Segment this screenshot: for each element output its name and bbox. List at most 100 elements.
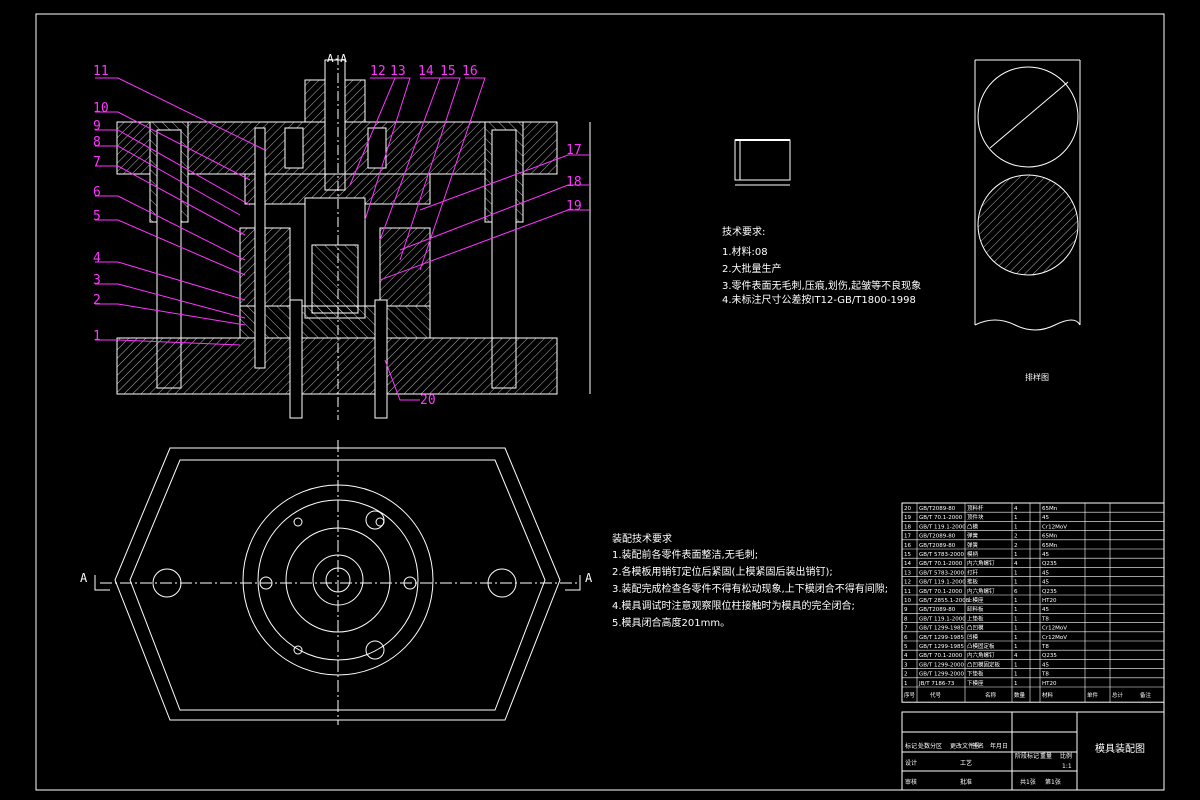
tb-label: 设计 (905, 759, 917, 767)
tb-label: 批准 (960, 778, 972, 786)
bom-cell: GB/T 119.1-2000 (919, 524, 966, 530)
tb-label: 工艺 (960, 759, 972, 767)
tb-label: 分区 (930, 742, 942, 750)
bom-cell: 内六角螺钉 (967, 559, 995, 567)
bom-cell: 1 (1014, 681, 1018, 687)
bom-cell: GB/T 70.1-2000 (919, 561, 963, 567)
tb-label: 重量 (1040, 752, 1052, 760)
bom-cell: 45 (1042, 607, 1049, 613)
bom-header-cell: 名称 (985, 691, 997, 699)
part-number: 8 (93, 135, 101, 150)
bom-cell: GB/T2089-80 (919, 534, 956, 540)
tb-label: 处数 (918, 742, 930, 750)
bom-cell: 45 (1042, 580, 1049, 586)
bom-cell: 打杆 (967, 568, 979, 576)
bom-cell: 6 (904, 635, 908, 641)
bom-cell: 1 (1014, 626, 1018, 632)
bom-cell: 顶料杆 (967, 504, 984, 512)
bom-cell: 65Mn (1042, 534, 1058, 540)
tb-label: 签名 (972, 742, 984, 750)
bom-cell: GB/T 119.1-2000 (919, 616, 966, 622)
bom-cell: 1 (1014, 672, 1018, 678)
tb-label: 共1张 (1020, 778, 1036, 786)
tb-label: 第1张 (1045, 778, 1061, 786)
blank-notes-title: 技术要求: (722, 225, 765, 238)
bom-cell: GB/T 70.1-2000 (919, 515, 963, 521)
bom-cell: 9 (904, 607, 908, 613)
blank-note: 2.大批量生产 (722, 262, 782, 275)
bom-cell: 2 (904, 672, 908, 678)
bom-cell: 11 (904, 589, 911, 595)
bill-of-materials: 20 GB/T2089-80 顶料杆 4 65Mn19 GB/T 70.1-2000 顶件块… (901, 502, 1165, 703)
bom-cell: 推板 (967, 578, 979, 586)
bom-cell: Cr12MoV (1042, 626, 1067, 632)
bom-cell: 上垫板 (967, 614, 984, 622)
bom-cell: 模柄 (967, 550, 979, 558)
cad-drawing-sheet: A-A 1 2 3 4 5 6 7 8 9 10 11 12 13 14 15 … (35, 13, 1165, 791)
blank-note: 1.材料:08 (722, 245, 768, 258)
blank-note: 3.零件表面无毛刺,压痕,划伤,起皱等不良现象 (722, 279, 921, 292)
bom-cell: 2 (1014, 534, 1018, 540)
bom-cell: 凸凹模固定板 (967, 660, 1001, 668)
blank-notes: 技术要求: 1.材料:08 2.大批量生产 3.零件表面无毛刺,压痕,划伤,起皱… (722, 225, 921, 306)
assembly-note: 2.各模板用销钉定位后紧固(上模紧固后装出销钉); (612, 565, 833, 578)
assembly-note: 3.装配完成检查各零件不得有松动现象,上下模闭合不得有间隙; (612, 582, 888, 595)
part-number: 4 (93, 251, 101, 266)
plan-view (94, 440, 581, 725)
bom-cell: JB/T 7186-73 (918, 681, 955, 687)
part-sketch (734, 139, 791, 186)
bom-cell: 10 (904, 598, 911, 604)
bom-cell: 1 (1014, 607, 1018, 613)
part-number: 18 (566, 175, 582, 190)
bom-cell: 下模座 (967, 679, 984, 687)
tb-label: 年月日 (990, 742, 1008, 750)
bom-cell: 4 (1014, 561, 1018, 567)
bom-cell: 上模座 (967, 596, 984, 604)
bom-cell: 45 (1042, 515, 1049, 521)
bom-cell: HT20 (1042, 681, 1057, 687)
bom-cell: 17 (904, 534, 911, 540)
section-marker-right: A (585, 571, 593, 585)
bom-cell: GB/T2089-80 (919, 543, 956, 549)
bom-cell: T8 (1041, 616, 1049, 622)
bom-cell: 6 (1014, 589, 1018, 595)
bom-cell: 弹簧 (967, 541, 979, 549)
bom-cell: GB/T 1299-1985 (919, 626, 964, 632)
bom-cell: 下垫板 (967, 670, 984, 678)
bom-cell: 45 (1042, 552, 1049, 558)
bom-cell: 内六角螺钉 (967, 587, 995, 595)
bom-cell: 1 (1014, 580, 1018, 586)
bom-cell: 1 (1014, 635, 1018, 641)
bom-header-cell: 单件 (1087, 691, 1099, 699)
section-label: A-A (327, 52, 347, 65)
section-view (116, 55, 591, 420)
strip-layout (974, 59, 1081, 331)
part-number: 15 (440, 64, 456, 79)
bom-cell: 12 (904, 580, 911, 586)
tb-label: 比例 (1060, 752, 1072, 760)
tb-label: 标记 (905, 742, 917, 750)
bom-cell: 1 (1014, 598, 1018, 604)
bom-cell: GB/T 70.1-2000 (919, 589, 963, 595)
bom-cell: Q235 (1042, 589, 1057, 595)
bom-cell: 凸凹模 (967, 624, 984, 632)
bom-header-cell: 序号 (904, 691, 916, 699)
bom-cell: 20 (904, 506, 911, 512)
bom-cell: 1 (1014, 662, 1018, 668)
bom-cell: GB/T2089-80 (919, 506, 956, 512)
bom-cell: 4 (904, 653, 908, 659)
bom-header-cell: 备注 (1140, 691, 1152, 699)
bom-cell: 18 (904, 524, 911, 530)
bom-cell: 1 (1014, 644, 1018, 650)
bom-cell: 1 (904, 681, 908, 687)
bom-cell: GB/T 1299-1985 (919, 644, 964, 650)
title-block-labels: 标记 处数 分区 更改文件号 签名 年月日 设计 审核 工艺 批准 阶段标记 重… (905, 742, 1072, 786)
layout-label: 排样图 (1025, 372, 1049, 382)
bom-cell: 卸料板 (967, 605, 984, 613)
bom-cell: 凸模固定板 (967, 642, 995, 650)
part-number: 3 (93, 273, 101, 288)
bom-cell: GB/T 119.1-2000 (919, 580, 966, 586)
part-number: 10 (93, 101, 109, 116)
tb-scale: 1:1 (1062, 763, 1072, 770)
bom-cell: 65Mn (1042, 506, 1058, 512)
